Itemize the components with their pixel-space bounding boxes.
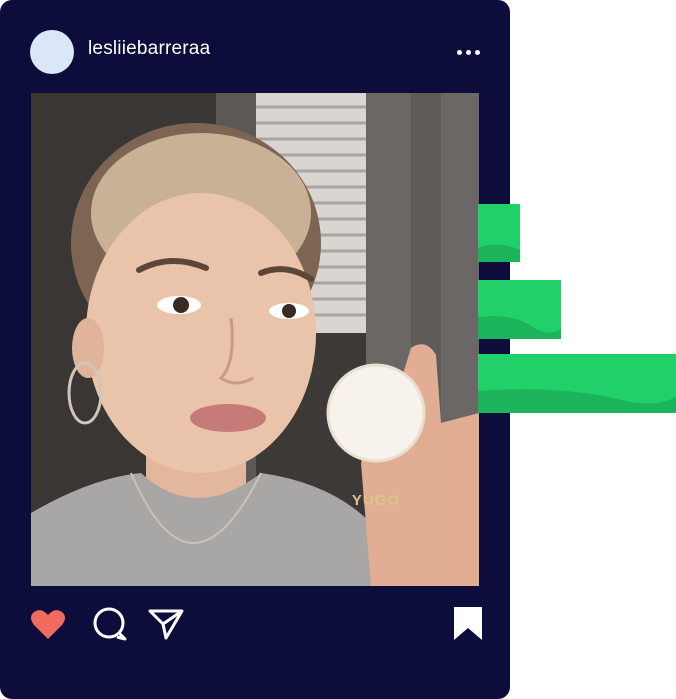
heart-icon	[31, 610, 65, 639]
avatar[interactable]	[30, 30, 74, 74]
product-label: YUGO	[351, 492, 401, 509]
share-button[interactable]	[146, 604, 186, 644]
decorative-bar	[478, 204, 520, 262]
decorative-bar	[478, 354, 676, 413]
decorative-bar	[478, 280, 561, 339]
comment-button[interactable]	[90, 604, 130, 644]
post-image[interactable]: YUGO	[31, 93, 479, 586]
username[interactable]: lesliiebarreraa	[88, 38, 210, 60]
like-button[interactable]	[28, 604, 68, 644]
post-card: lesliiebarreraa YUGO	[0, 0, 510, 699]
more-options-button[interactable]	[452, 40, 484, 64]
comment-icon	[93, 607, 127, 641]
send-icon	[148, 609, 184, 640]
bookmark-button[interactable]	[448, 604, 488, 644]
more-horizontal-icon	[456, 49, 462, 55]
bookmark-icon	[454, 607, 482, 640]
